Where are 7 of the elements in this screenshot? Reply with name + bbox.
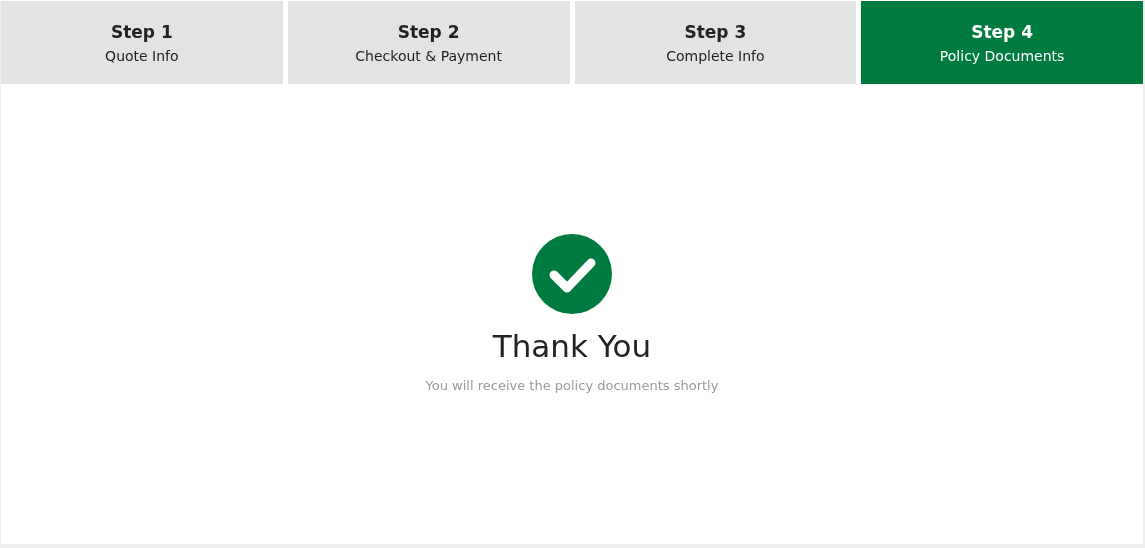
step-tab[interactable]: Step 4 Policy Documents	[861, 1, 1143, 84]
thank-you-heading: Thank You	[492, 328, 652, 364]
check-circle-icon	[532, 234, 612, 314]
step-tab[interactable]: Step 2 Checkout & Payment	[287, 1, 570, 84]
confirmation-message: You will receive the policy documents shortly	[425, 378, 719, 393]
step-tab[interactable]: Step 1 Quote Info	[1, 1, 283, 84]
step-tab[interactable]: Step 3 Complete Info	[574, 1, 857, 84]
